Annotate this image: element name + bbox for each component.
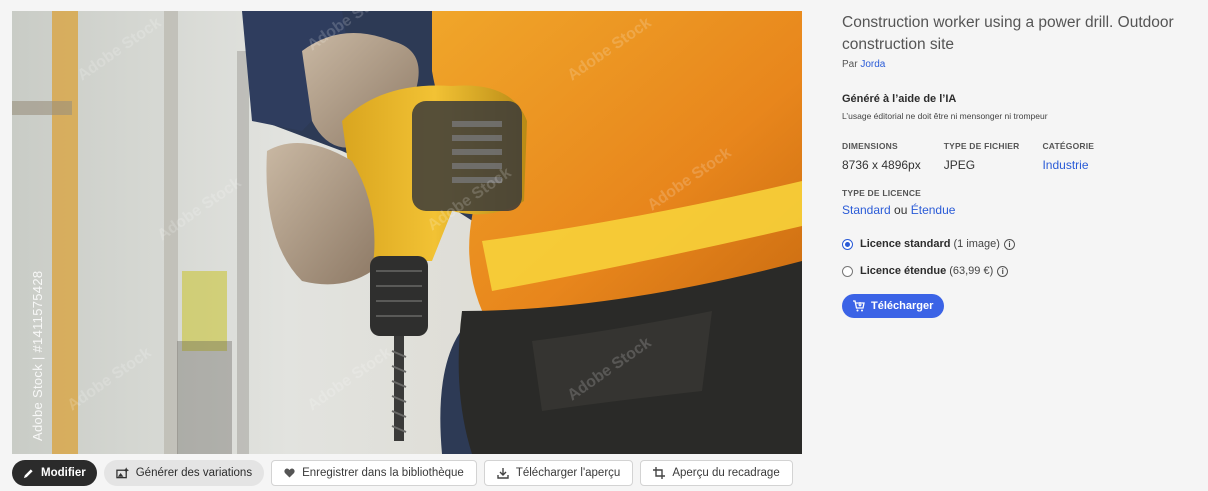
radio-standard-label: Licence standard: [860, 238, 951, 250]
dimensions-key: DIMENSIONS: [842, 141, 898, 151]
crop-preview-label: Aperçu du recadrage: [672, 467, 780, 479]
ai-generated-heading: Généré à l’aide de l’IA: [842, 93, 957, 105]
crop-icon: [653, 467, 666, 479]
image-id-overlay: Adobe Stock | #1411575428: [12, 11, 52, 454]
license-or-text: ou: [894, 203, 908, 217]
license-extended-link[interactable]: Étendue: [911, 203, 956, 217]
save-to-library-label: Enregistrer dans la bibliothèque: [302, 467, 464, 479]
image-toolbar: Modifier Générer des variations Enregist…: [12, 460, 793, 486]
license-type-key: TYPE DE LICENCE: [842, 188, 922, 198]
radio-standard-extra: (1 image): [953, 238, 1000, 250]
pencil-icon: [23, 468, 33, 478]
modify-label: Modifier: [41, 467, 86, 479]
details-panel: Construction worker using a power drill.…: [842, 12, 1192, 318]
heart-icon: [284, 468, 295, 478]
author-link[interactable]: Jorda: [860, 59, 885, 70]
download-button[interactable]: Télécharger: [842, 294, 945, 318]
ai-generated-note: L’usage éditorial ne doit être ni menson…: [842, 111, 1048, 121]
license-standard-link[interactable]: Standard: [842, 203, 891, 217]
save-to-library-button[interactable]: Enregistrer dans la bibliothèque: [271, 460, 477, 486]
download-preview-button[interactable]: Télécharger l'aperçu: [483, 460, 634, 486]
download-preview-label: Télécharger l'aperçu: [515, 467, 621, 479]
dimensions-value: 8736 x 4896px: [842, 158, 921, 172]
license-type-value: Standard ou Étendue: [842, 203, 1192, 217]
radio-extended[interactable]: [842, 265, 853, 277]
image-id-text: Adobe Stock | #1411575428: [30, 270, 45, 441]
info-icon[interactable]: i: [1003, 238, 1015, 250]
radio-extended-label: Licence étendue: [860, 265, 947, 277]
photo-illustration: Adobe Stock Adobe Stock Adobe Stock Adob…: [12, 11, 802, 454]
info-icon[interactable]: i: [997, 265, 1009, 277]
image-sparkle-icon: [116, 467, 129, 479]
category-key: CATÉGORIE: [1042, 141, 1095, 151]
license-standard-option[interactable]: Licence standard (1 image) i: [842, 237, 1192, 251]
category-block: CATÉGORIE Industrie: [1042, 141, 1094, 172]
category-link[interactable]: Industrie: [1042, 158, 1094, 172]
asset-metadata: DIMENSIONS 8736 x 4896px TYPE DE FICHIER…: [842, 141, 1192, 172]
cart-download-icon: [853, 300, 865, 312]
license-options: Licence standard (1 image) i Licence éte…: [842, 237, 1192, 278]
stock-photo[interactable]: Adobe Stock Adobe Stock Adobe Stock Adob…: [12, 11, 802, 454]
dimensions-block: DIMENSIONS 8736 x 4896px: [842, 141, 921, 172]
generate-variations-label: Générer des variations: [135, 467, 253, 479]
filetype-block: TYPE DE FICHIER JPEG: [944, 141, 1020, 172]
modify-button[interactable]: Modifier: [12, 460, 97, 486]
filetype-value: JPEG: [943, 158, 976, 172]
generate-variations-button[interactable]: Générer des variations: [103, 460, 265, 486]
license-extended-option[interactable]: Licence étendue (63,99 €) i: [842, 264, 1192, 278]
filetype-key: TYPE DE FICHIER: [943, 141, 1020, 151]
author-prefix: Par: [842, 59, 858, 70]
author-line: Par Jorda: [842, 59, 1192, 70]
radio-extended-extra: (63,99 €): [949, 265, 994, 277]
download-icon: [497, 468, 509, 479]
download-label: Télécharger: [871, 300, 934, 312]
crop-preview-button[interactable]: Aperçu du recadrage: [640, 460, 793, 486]
radio-standard[interactable]: [842, 238, 853, 250]
asset-title: Construction worker using a power drill.…: [842, 14, 1174, 53]
